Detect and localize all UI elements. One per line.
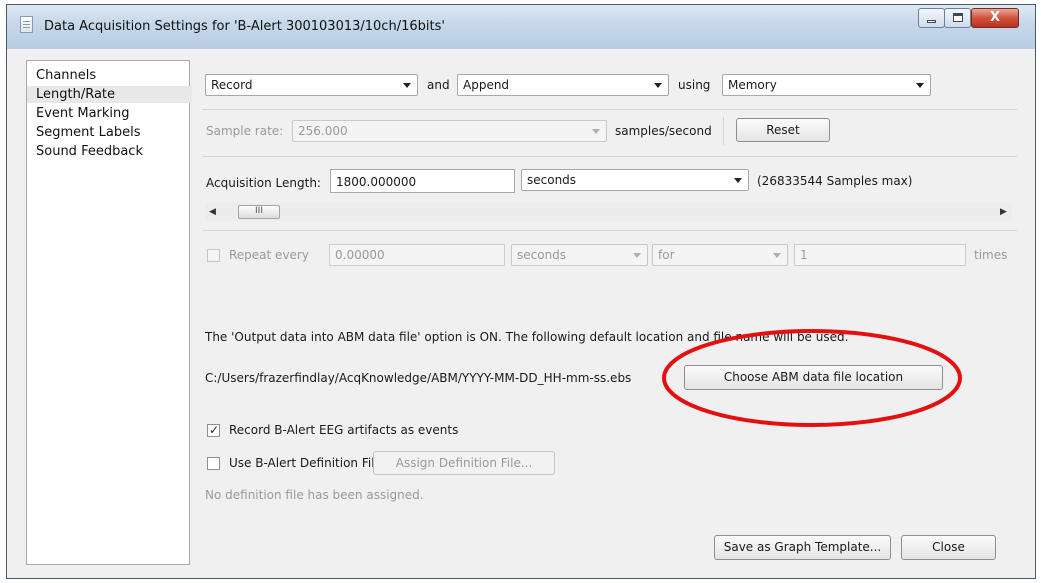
scroll-left-arrow-icon[interactable]: ◀ (209, 207, 216, 217)
repeat-for-select[interactable]: for (652, 244, 788, 266)
definition-file-checkbox[interactable] (207, 457, 220, 470)
sidebar-item-channels[interactable]: Channels (27, 67, 192, 84)
repeat-units-select[interactable]: seconds (511, 244, 648, 266)
acquisition-length-label: Acquisition Length: (206, 176, 321, 190)
sidebar-item-event-marking[interactable]: Event Marking (27, 105, 192, 122)
divider (202, 156, 1017, 157)
divider (202, 109, 1017, 110)
document-icon (20, 16, 33, 33)
record-artifacts-checkbox[interactable]: ✓ (207, 423, 220, 437)
record-mode-select[interactable]: Record (205, 74, 418, 96)
reset-button[interactable]: Reset (736, 118, 830, 142)
acquisition-units-select[interactable]: seconds (521, 169, 749, 191)
scrollbar-thumb[interactable]: III (238, 205, 280, 219)
checkmark-icon: ✓ (209, 423, 220, 437)
minimize-button[interactable] (918, 8, 945, 28)
chevron-down-icon (633, 253, 641, 258)
repeat-every-label: Repeat every (229, 248, 309, 262)
times-label: times (974, 248, 1008, 262)
acquisition-length-value: 1800.000000 (336, 175, 417, 189)
annotation-ellipse (662, 329, 962, 427)
definition-file-label: Use B-Alert Definition File (229, 456, 382, 470)
append-mode-select[interactable]: Append (457, 74, 669, 96)
window-title: Data Acquisition Settings for 'B-Alert 3… (44, 19, 445, 34)
close-button[interactable]: Close (901, 535, 996, 560)
chevron-down-icon (592, 129, 600, 134)
record-artifacts-label: Record B-Alert EEG artifacts as events (229, 423, 459, 437)
sidebar-item-sound-feedback[interactable]: Sound Feedback (27, 143, 192, 160)
window-close-button[interactable]: X (971, 8, 1019, 28)
sample-rate-label: Sample rate: (206, 124, 284, 138)
chevron-down-icon (734, 178, 742, 183)
divider (723, 117, 724, 145)
using-label: using (678, 78, 711, 92)
repeat-for-value: for (658, 248, 675, 262)
close-icon: X (989, 10, 1001, 25)
samples-max-note: (26833544 Samples max) (757, 174, 913, 188)
sidebar-item-length-rate[interactable]: Length/Rate (27, 86, 192, 103)
horizontal-scrollbar[interactable] (205, 203, 1012, 221)
divider (202, 230, 1017, 231)
and-label: and (427, 78, 450, 92)
save-graph-template-button[interactable]: Save as Graph Template... (714, 535, 891, 560)
sidebar-item-segment-labels[interactable]: Segment Labels (27, 124, 192, 141)
sample-rate-select[interactable]: 256.000 (292, 120, 607, 142)
repeat-count-input[interactable]: 1 (794, 244, 966, 266)
highlight-ellipse (662, 329, 962, 427)
record-mode-value: Record (211, 78, 253, 92)
repeat-units-value: seconds (517, 248, 567, 262)
maximize-button[interactable] (944, 8, 971, 28)
chevron-down-icon (403, 83, 411, 88)
append-mode-value: Append (463, 78, 510, 92)
sample-rate-value: 256.000 (298, 124, 348, 138)
acquisition-units-value: seconds (527, 173, 577, 187)
sample-rate-units: samples/second (615, 124, 712, 138)
abm-file-path: C:/Users/frazerfindlay/AcqKnowledge/ABM/… (205, 371, 632, 385)
repeat-every-checkbox[interactable] (207, 249, 220, 262)
storage-select[interactable]: Memory (722, 74, 931, 96)
chevron-down-icon (773, 253, 781, 258)
storage-value: Memory (728, 78, 777, 92)
chevron-down-icon (916, 83, 924, 88)
definition-status-text: No definition file has been assigned. (205, 488, 424, 502)
chevron-down-icon (654, 83, 662, 88)
assign-definition-file-button[interactable]: Assign Definition File... (373, 451, 555, 475)
scroll-right-arrow-icon[interactable]: ▶ (1000, 207, 1007, 217)
repeat-interval-input[interactable]: 0.00000 (329, 244, 505, 266)
repeat-count-value: 1 (800, 248, 808, 262)
repeat-interval-value: 0.00000 (335, 248, 385, 262)
settings-category-list: Channels Length/Rate Event Marking Segme… (26, 60, 192, 565)
acquisition-length-input[interactable]: 1800.000000 (330, 169, 515, 193)
